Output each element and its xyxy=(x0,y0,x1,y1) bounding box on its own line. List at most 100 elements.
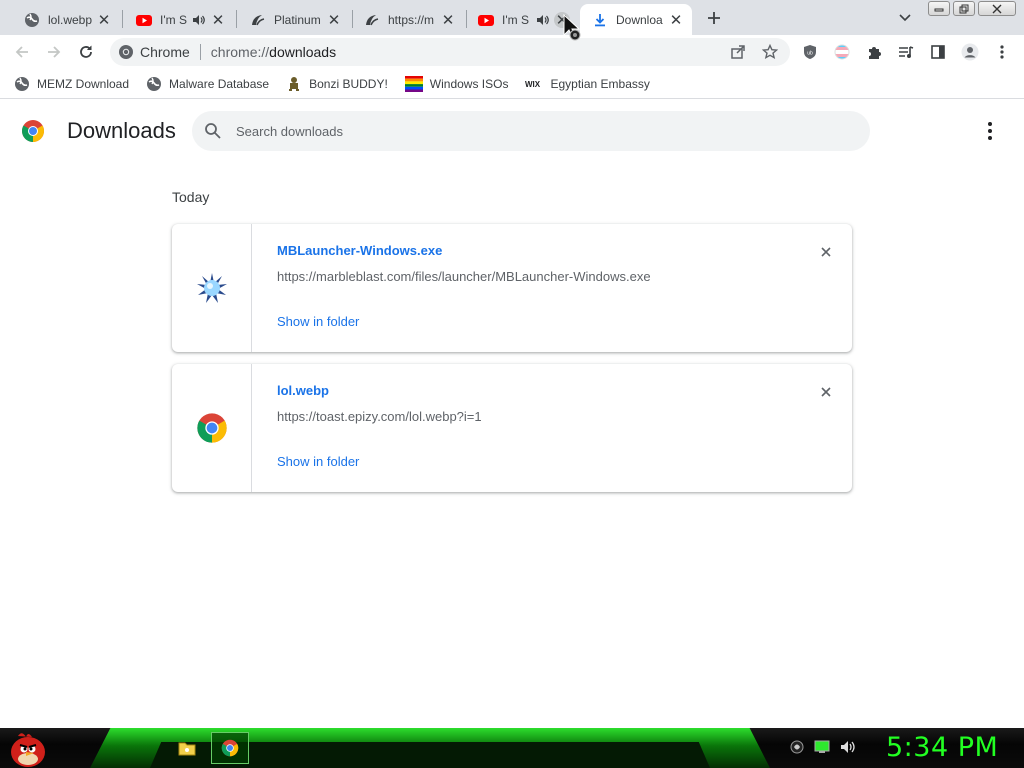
volume-icon[interactable] xyxy=(840,740,856,754)
svg-text:ub: ub xyxy=(807,51,813,57)
rainbow-flag-icon xyxy=(404,75,423,92)
mouse-cursor-icon xyxy=(563,13,581,41)
close-icon[interactable]: ✕ xyxy=(440,12,456,29)
tab-title: lol.webp xyxy=(48,12,92,27)
taskbar-chrome[interactable] xyxy=(211,732,249,764)
restore-button[interactable] xyxy=(953,1,975,16)
close-window-button[interactable] xyxy=(978,1,1016,16)
url-host: downloads xyxy=(269,44,337,60)
kebab-menu-icon xyxy=(1000,45,1004,59)
youtube-icon xyxy=(478,14,494,26)
browser-toolbar: Chrome chrome://downloads ub xyxy=(0,35,1024,69)
close-icon xyxy=(821,247,831,257)
chrome-icon xyxy=(119,45,133,59)
side-panel-icon xyxy=(931,45,945,59)
tab-title: Platinum xyxy=(274,12,321,27)
bookmarks-bar: MEMZ Download Malware Database Bonzi BUD… xyxy=(0,69,1024,99)
kebab-dot xyxy=(988,129,992,133)
side-panel-button[interactable] xyxy=(928,42,948,62)
taskbar: 5:34 PM xyxy=(0,728,1024,768)
playlist-icon xyxy=(899,46,914,58)
youtube-icon xyxy=(136,14,152,26)
arrow-left-icon xyxy=(15,46,28,58)
share-icon xyxy=(731,45,745,59)
bookmark-windows-isos[interactable]: Windows ISOs xyxy=(404,75,509,92)
file-url[interactable]: https://toast.epizy.com/lol.webp?i=1 xyxy=(277,409,482,424)
remove-download-button[interactable] xyxy=(816,242,836,262)
folder-icon xyxy=(178,742,196,756)
close-icon[interactable]: ✕ xyxy=(210,12,226,29)
extensions-button[interactable] xyxy=(864,42,884,62)
reload-icon xyxy=(80,45,92,58)
tab-search-button[interactable] xyxy=(895,8,915,28)
star-icon xyxy=(762,44,778,59)
bookmark-bonzi-buddy[interactable]: Bonzi BUDDY! xyxy=(286,76,388,92)
close-icon xyxy=(821,387,831,397)
reload-button[interactable] xyxy=(76,42,96,62)
tab-downloads[interactable]: Downloa ✕ xyxy=(580,4,692,35)
svg-text:WIX: WIX xyxy=(525,80,541,89)
media-controls-button[interactable] xyxy=(896,42,916,62)
chrome-menu-button[interactable] xyxy=(992,42,1012,62)
tab-title: I'm S xyxy=(160,12,187,27)
tab-lol-webp[interactable]: lol.webp ✕ xyxy=(12,4,120,35)
taskbar-file-explorer[interactable] xyxy=(168,732,206,764)
wix-icon: WIX xyxy=(525,80,541,89)
downloads-menu-button[interactable] xyxy=(980,121,1000,141)
speaker-icon[interactable] xyxy=(536,13,550,27)
file-url[interactable]: https://marbleblast.com/files/launcher/M… xyxy=(277,269,651,284)
chevron-down-icon xyxy=(899,14,911,22)
address-bar[interactable]: Chrome chrome://downloads xyxy=(110,38,790,66)
show-in-folder-link[interactable]: Show in folder xyxy=(277,314,359,329)
divider xyxy=(199,44,201,60)
start-button-angry-bird-icon[interactable] xyxy=(4,728,48,768)
network-icon[interactable] xyxy=(814,740,830,754)
remove-download-button[interactable] xyxy=(816,382,836,402)
tab-youtube-1[interactable]: I'm S ✕ xyxy=(124,4,234,35)
tab-platinum[interactable]: Platinum ✕ xyxy=(238,4,350,35)
trans-flag-extension[interactable] xyxy=(832,42,852,62)
close-icon[interactable]: ✕ xyxy=(96,12,112,29)
tab-separator xyxy=(236,10,237,28)
arrow-right-icon xyxy=(48,46,61,58)
page-title: Downloads xyxy=(67,118,176,143)
chrome-icon xyxy=(196,413,227,443)
minimize-button[interactable] xyxy=(928,1,950,16)
shield-icon: ub xyxy=(804,45,816,59)
taskbar-clock[interactable]: 5:34 PM xyxy=(886,732,998,763)
download-item: lol.webp https://toast.epizy.com/lol.web… xyxy=(172,364,852,492)
globe-icon xyxy=(147,76,162,91)
search-downloads-input[interactable]: Search downloads xyxy=(192,111,870,151)
bookmark-malware-database[interactable]: Malware Database xyxy=(146,76,269,92)
globe-icon xyxy=(25,12,39,27)
marble-blast-launcher-icon xyxy=(196,273,227,303)
file-name-link[interactable]: lol.webp xyxy=(277,383,329,398)
file-name-link[interactable]: MBLauncher-Windows.exe xyxy=(277,243,442,258)
tab-strip: lol.webp ✕ I'm S ✕ Platinum ✕ https://m … xyxy=(0,0,1024,35)
bookmark-egyptian-embassy[interactable]: WIX Egyptian Embassy xyxy=(525,76,649,92)
speaker-icon[interactable] xyxy=(192,13,206,27)
bookmark-star-button[interactable] xyxy=(760,42,780,62)
share-button[interactable] xyxy=(728,42,748,62)
tray-app-icon[interactable] xyxy=(790,740,804,754)
close-icon[interactable]: ✕ xyxy=(326,12,342,29)
profile-button[interactable] xyxy=(960,42,980,62)
back-button[interactable] xyxy=(12,42,32,62)
ublock-extension[interactable]: ub xyxy=(800,42,820,62)
tab-marbleblast[interactable]: https://m ✕ xyxy=(352,4,464,35)
bookmark-memz-download[interactable]: MEMZ Download xyxy=(14,76,129,92)
show-in-folder-link[interactable]: Show in folder xyxy=(277,454,359,469)
restore-icon xyxy=(959,4,969,13)
tab-separator xyxy=(122,10,123,28)
puzzle-icon xyxy=(869,47,881,59)
kebab-dot xyxy=(988,136,992,140)
bookmark-label: Windows ISOs xyxy=(429,76,509,91)
chrome-icon xyxy=(221,739,239,757)
new-tab-button[interactable] xyxy=(703,7,725,29)
close-icon[interactable]: ✕ xyxy=(668,12,684,29)
forward-button[interactable] xyxy=(44,42,64,62)
search-placeholder: Search downloads xyxy=(236,123,343,139)
file-icon-column xyxy=(172,224,252,352)
security-chip-label: Chrome xyxy=(140,44,190,60)
search-icon xyxy=(205,123,221,139)
